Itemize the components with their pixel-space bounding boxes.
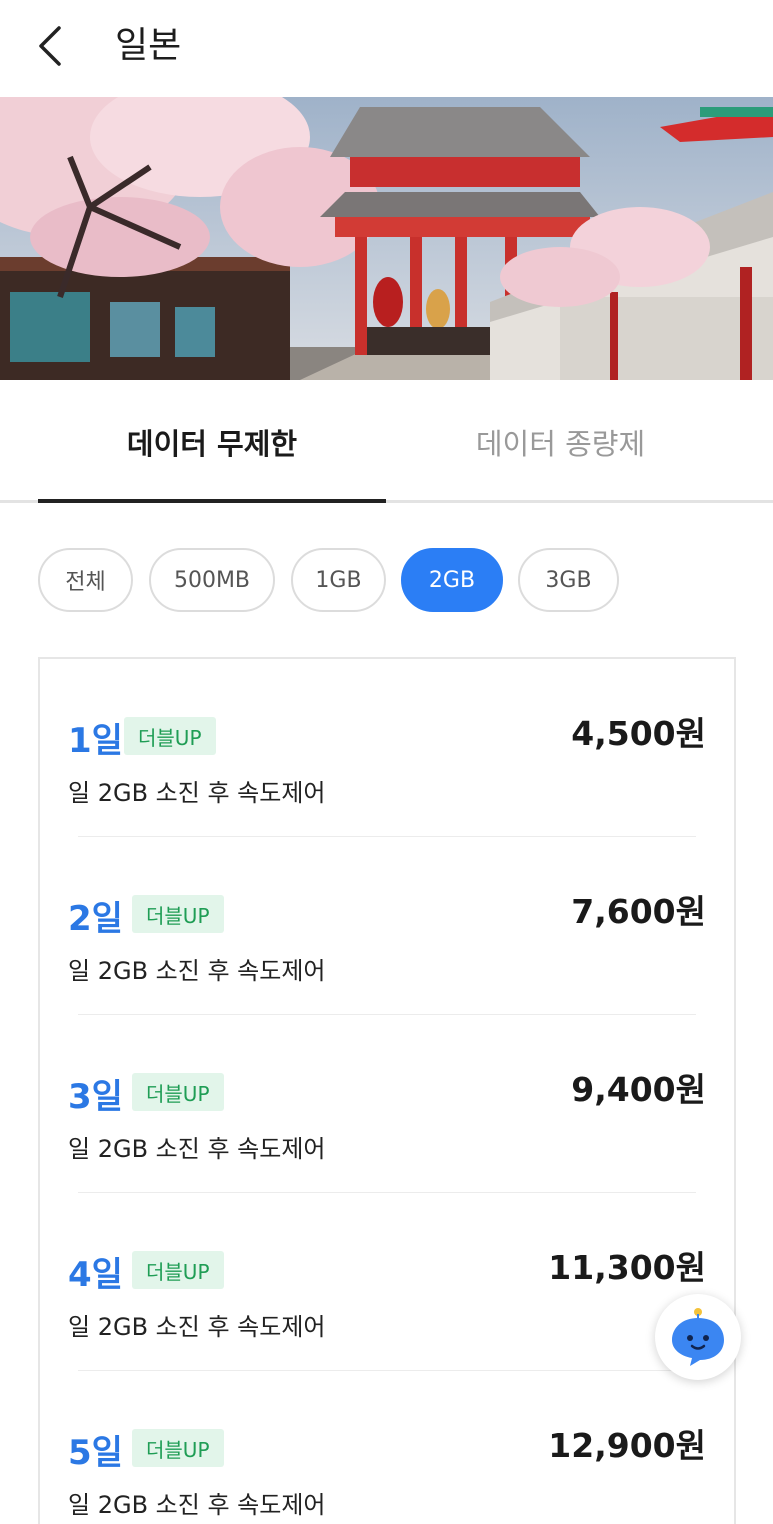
chatbot-icon [672, 1308, 724, 1366]
filter-chip-all[interactable]: 전체 [38, 548, 133, 612]
plan-price: 7,600원 [571, 892, 706, 931]
plan-item[interactable]: 4일 더블UP 11,300원 일 2GB 소진 후 속도제어 [40, 1193, 734, 1371]
plan-item[interactable]: 3일 더블UP 9,400원 일 2GB 소진 후 속도제어 [40, 1015, 734, 1193]
plan-description: 일 2GB 소진 후 속도제어 [68, 957, 326, 985]
filter-chip-3gb[interactable]: 3GB [518, 548, 619, 612]
data-filter-chips: 전체 500MB 1GB 2GB 3GB [0, 548, 773, 612]
back-button[interactable] [26, 22, 74, 70]
tab-unlimited-data[interactable]: 데이터 무제한 [38, 380, 386, 504]
tab-metered-data[interactable]: 데이터 종량제 [386, 380, 735, 504]
plan-price: 9,400원 [571, 1070, 706, 1109]
double-up-badge: 더블UP [132, 1251, 224, 1289]
plan-price: 12,900원 [548, 1426, 706, 1465]
plan-description: 일 2GB 소진 후 속도제어 [68, 1491, 326, 1519]
plan-price: 11,300원 [548, 1248, 706, 1287]
plan-days: 1일 [68, 721, 123, 761]
double-up-badge: 더블UP [124, 717, 216, 755]
plan-days: 3일 [68, 1077, 123, 1117]
plan-days: 5일 [68, 1433, 123, 1473]
plan-days: 4일 [68, 1255, 123, 1295]
page-title: 일본 [115, 25, 182, 66]
hero-image [0, 97, 773, 380]
plan-days: 2일 [68, 899, 123, 939]
filter-chip-2gb[interactable]: 2GB [401, 548, 503, 612]
plan-description: 일 2GB 소진 후 속도제어 [68, 1313, 326, 1341]
filter-chip-1gb[interactable]: 1GB [291, 548, 386, 612]
double-up-badge: 더블UP [132, 1429, 224, 1467]
plan-description: 일 2GB 소진 후 속도제어 [68, 779, 326, 807]
plan-item[interactable]: 1일 더블UP 4,500원 일 2GB 소진 후 속도제어 [40, 659, 734, 837]
double-up-badge: 더블UP [132, 895, 224, 933]
plan-list: 1일 더블UP 4,500원 일 2GB 소진 후 속도제어 2일 더블UP 7… [38, 657, 736, 1524]
active-tab-indicator [38, 499, 386, 503]
header: 일본 [0, 0, 773, 97]
tab-bar: 데이터 무제한 데이터 종량제 [0, 380, 773, 504]
plan-price: 4,500원 [571, 714, 706, 753]
plan-description: 일 2GB 소진 후 속도제어 [68, 1135, 326, 1163]
app-screen: 일본 데이터 무제한 데이터 종량제 전체 500MB 1GB 2GB 3GB … [0, 0, 773, 1524]
chatbot-button[interactable] [655, 1294, 741, 1380]
plan-item[interactable]: 2일 더블UP 7,600원 일 2GB 소진 후 속도제어 [40, 837, 734, 1015]
double-up-badge: 더블UP [132, 1073, 224, 1111]
chevron-left-icon [39, 26, 61, 66]
filter-chip-500mb[interactable]: 500MB [149, 548, 275, 612]
plan-item[interactable]: 5일 더블UP 12,900원 일 2GB 소진 후 속도제어 [40, 1371, 734, 1524]
